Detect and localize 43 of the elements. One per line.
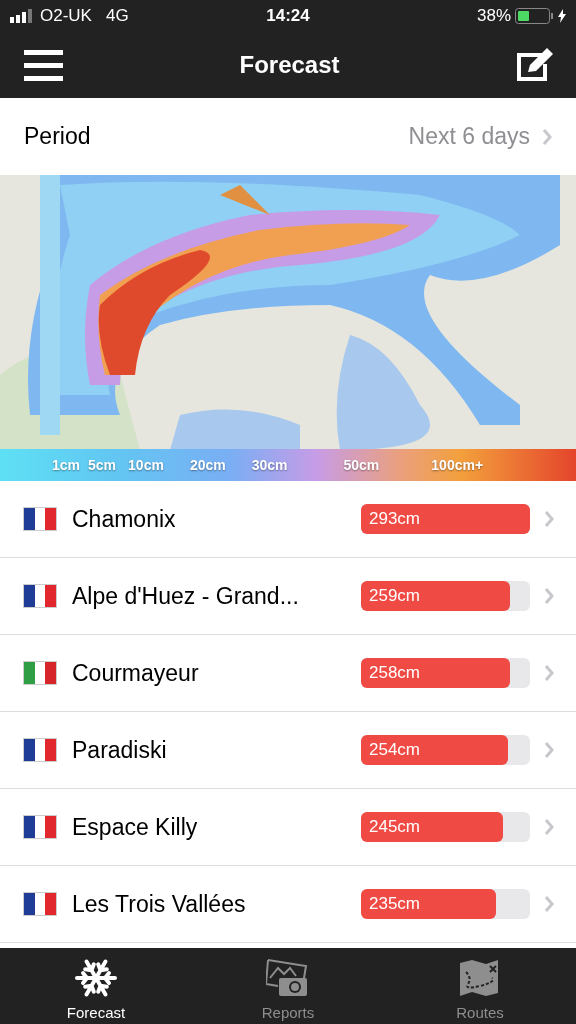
legend-label: 50cm — [343, 457, 380, 473]
resort-name: Espace Killy — [72, 813, 199, 841]
carrier-name: O2-UK — [40, 6, 92, 26]
charging-icon — [558, 9, 566, 23]
chevron-icon — [544, 664, 554, 682]
battery-icon — [515, 8, 554, 24]
legend-label: 1cm — [52, 457, 81, 473]
resort-name: Paradiski — [72, 736, 168, 764]
photo-camera-icon — [266, 958, 310, 998]
signal-icon — [10, 9, 34, 23]
legend-label: 10cm — [128, 457, 164, 473]
tab[interactable]: Routes — [384, 948, 576, 1024]
menu-button[interactable] — [24, 49, 63, 81]
chevron-icon — [544, 895, 554, 913]
legend-label: 20cm — [189, 457, 226, 473]
resort-name: Courmayeur — [72, 659, 200, 687]
snowflake-icon — [74, 958, 118, 998]
battery-percentage: 38% — [477, 6, 511, 26]
edit-button[interactable] — [516, 48, 554, 82]
period-label: Period — [24, 123, 91, 150]
resort-name: Les Trois Vallées — [72, 890, 247, 918]
chevron-icon — [544, 587, 554, 605]
snowfall-bar: 235cm — [361, 889, 497, 919]
snowfall-bar: 254cm — [361, 735, 508, 765]
period-value: Next 6 days — [408, 123, 530, 150]
chevron-icon — [544, 741, 554, 759]
network-type: 4G — [105, 6, 129, 26]
chevron-icon — [544, 510, 554, 528]
legend-label: 5cm — [88, 457, 117, 473]
legend-label: 30cm — [251, 457, 288, 473]
chevron-icon — [544, 818, 554, 836]
tab[interactable]: Forecast — [0, 948, 192, 1024]
snowfall-bar: 293cm — [361, 504, 530, 534]
resort-name: Alpe d'Huez - Grand... — [72, 582, 300, 610]
resort-name: Chamonix — [72, 505, 177, 533]
clock-time: 14:24 — [266, 6, 310, 26]
snowfall-bar: 258cm — [361, 658, 510, 688]
chevron-icon — [542, 127, 552, 146]
tab[interactable]: Reports — [192, 948, 384, 1024]
snowfall-bar: 245cm — [361, 812, 503, 842]
snowfall-bar: 259cm — [361, 581, 510, 611]
screen-title: Forecast — [239, 51, 340, 79]
legend-label: 100cm+ — [431, 457, 484, 473]
